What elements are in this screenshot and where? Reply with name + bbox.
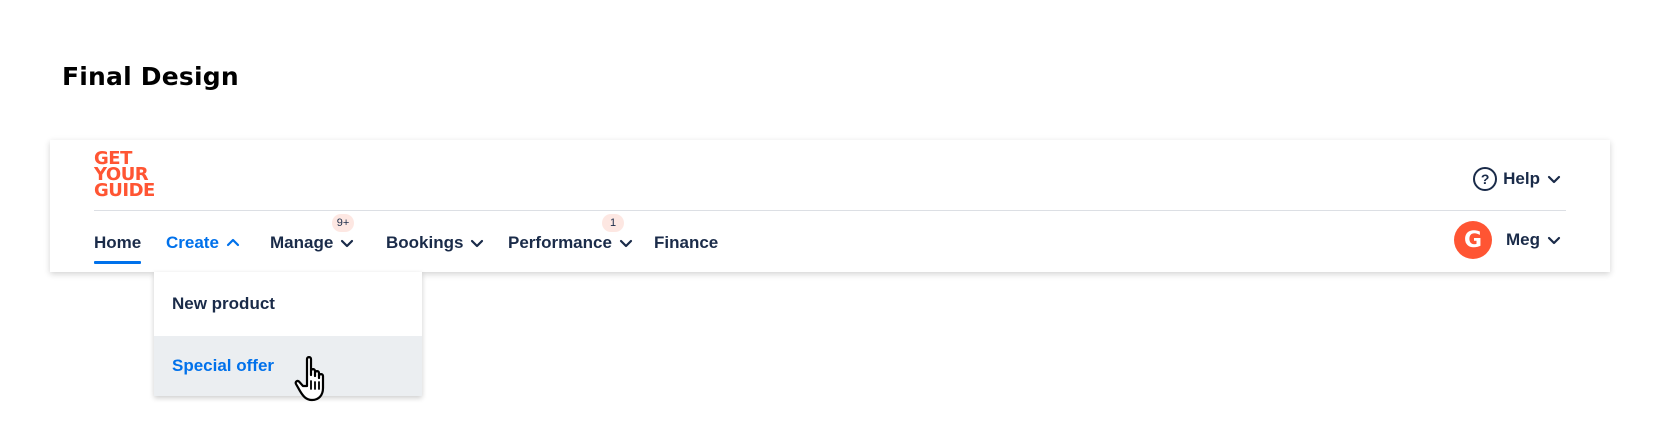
nav-divider — [94, 210, 1566, 211]
page-heading: Final Design — [62, 62, 239, 91]
help-label: Help — [1503, 169, 1540, 188]
menu-item-special-offer[interactable]: Special offer — [154, 336, 422, 396]
tab-home[interactable]: Home — [94, 226, 142, 264]
logo-line-3: GUIDE — [94, 180, 155, 201]
menu-item-label: New product — [172, 294, 275, 313]
tab-manage[interactable]: Manage 9+ — [270, 214, 355, 260]
top-navigation-bar: GET YOUR GUIDE ? Help Home Create Manage… — [50, 140, 1610, 272]
help-menu-button[interactable]: ? Help — [1473, 164, 1562, 194]
tab-create[interactable]: Create — [166, 226, 241, 260]
manage-notification-badge: 9+ — [332, 214, 354, 232]
user-name-label: Meg — [1506, 230, 1540, 249]
tab-performance-label: Performance — [508, 233, 612, 252]
tab-finance-label: Finance — [654, 233, 719, 252]
user-name: Meg — [1506, 230, 1562, 250]
chevron-down-icon — [1546, 171, 1562, 187]
chevron-up-icon — [225, 235, 241, 251]
performance-notification-badge: 1 — [602, 214, 624, 232]
hand-pointer-cursor-icon — [294, 356, 325, 402]
tab-performance[interactable]: Performance 1 — [508, 214, 634, 260]
tab-manage-label: Manage — [270, 233, 334, 252]
tab-create-label: Create — [166, 233, 219, 252]
menu-item-label: Special offer — [172, 356, 275, 375]
menu-item-new-product[interactable]: New product — [154, 274, 422, 334]
chevron-down-icon — [1546, 232, 1562, 248]
getyourguide-logo[interactable]: GET YOUR GUIDE — [94, 150, 164, 201]
chevron-down-icon — [618, 235, 634, 251]
user-menu-button[interactable]: G Meg — [1454, 220, 1562, 260]
create-dropdown-menu: New product Special offer — [154, 272, 422, 396]
tab-home-label: Home — [94, 233, 142, 252]
tab-bookings[interactable]: Bookings — [386, 226, 485, 260]
tab-finance[interactable]: Finance — [654, 226, 718, 260]
tab-bookings-label: Bookings — [386, 233, 464, 252]
chevron-down-icon — [339, 235, 355, 251]
chevron-down-icon — [469, 235, 485, 251]
avatar: G — [1454, 221, 1492, 259]
help-circle-icon: ? — [1473, 167, 1498, 191]
